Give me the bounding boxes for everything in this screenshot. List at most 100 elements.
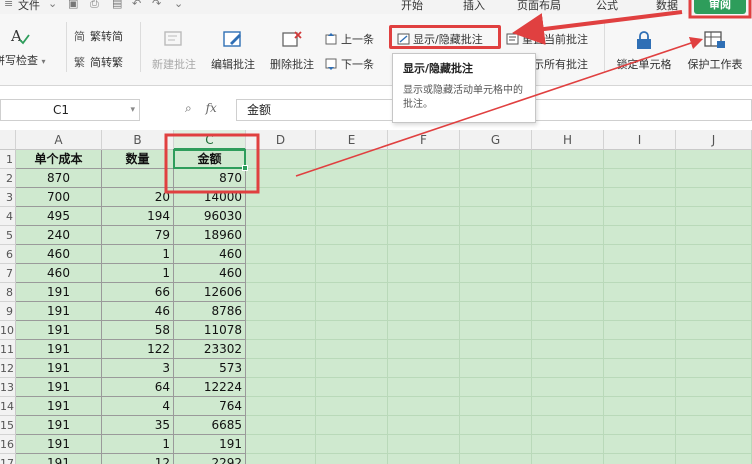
data-cell[interactable]: 66 [102, 283, 174, 302]
redo-icon[interactable]: ↷ [152, 0, 161, 10]
data-cell[interactable]: 191 [16, 416, 102, 435]
preview-icon[interactable]: ▤ [112, 0, 122, 10]
data-cell[interactable]: 12 [102, 454, 174, 464]
row-header[interactable]: 6 [0, 245, 16, 264]
data-cell[interactable]: 14000 [174, 188, 246, 207]
select-all-corner[interactable] [0, 130, 16, 150]
column-header-c[interactable]: C [174, 130, 246, 150]
name-box[interactable]: C1 ▾ [0, 99, 140, 121]
data-cell[interactable] [102, 169, 174, 188]
data-cell[interactable]: 460 [174, 245, 246, 264]
row-header[interactable]: 10 [0, 321, 16, 340]
data-cell[interactable]: 2292 [174, 454, 246, 464]
data-cell[interactable]: 191 [16, 321, 102, 340]
data-cell[interactable]: 191 [16, 340, 102, 359]
data-cell[interactable]: 191 [16, 397, 102, 416]
data-cell[interactable]: 18960 [174, 226, 246, 245]
row-header[interactable]: 11 [0, 340, 16, 359]
fx-icon[interactable]: fx [206, 101, 217, 115]
data-cell[interactable]: 191 [16, 302, 102, 321]
data-cell[interactable]: 1 [102, 245, 174, 264]
row-header[interactable]: 4 [0, 207, 16, 226]
row-header[interactable]: 14 [0, 397, 16, 416]
data-cell[interactable]: 12606 [174, 283, 246, 302]
row-header[interactable]: 7 [0, 264, 16, 283]
tab-insert[interactable]: 插入 [463, 0, 485, 13]
tab-formulas[interactable]: 公式 [596, 0, 618, 13]
data-cell[interactable]: 1 [102, 435, 174, 454]
header-cell[interactable]: 单个成本 [16, 150, 102, 169]
menu-icon[interactable]: ≡ [4, 0, 13, 10]
row-header[interactable]: 16 [0, 435, 16, 454]
row-header[interactable]: 15 [0, 416, 16, 435]
tab-data[interactable]: 数据 [656, 0, 678, 13]
prev-comment-button[interactable]: 上一条 [325, 31, 374, 47]
data-cell[interactable]: 191 [16, 378, 102, 397]
data-cell[interactable]: 12224 [174, 378, 246, 397]
row-header[interactable]: 13 [0, 378, 16, 397]
delete-comment-button[interactable]: 删除批注 [266, 30, 318, 72]
data-cell[interactable]: 4 [102, 397, 174, 416]
data-cell[interactable]: 46 [102, 302, 174, 321]
undo-icon[interactable]: ↶ [132, 0, 141, 10]
column-header-i[interactable]: I [604, 130, 676, 150]
new-comment-button[interactable]: 新建批注 [148, 30, 200, 72]
data-cell[interactable]: 23302 [174, 340, 246, 359]
data-cell[interactable]: 20 [102, 188, 174, 207]
row-header[interactable]: 9 [0, 302, 16, 321]
column-header-a[interactable]: A [16, 130, 102, 150]
protect-sheet-button[interactable]: 保护工作表 [682, 30, 748, 72]
data-cell[interactable]: 58 [102, 321, 174, 340]
data-cell[interactable]: 6685 [174, 416, 246, 435]
save-icon[interactable]: ▣ [68, 0, 78, 10]
data-cell[interactable]: 460 [16, 245, 102, 264]
chevron-down-icon[interactable]: ▾ [130, 100, 135, 120]
column-header-f[interactable]: F [388, 130, 460, 150]
data-cell[interactable]: 240 [16, 226, 102, 245]
menu-file[interactable]: 文件 [18, 0, 40, 13]
row-header[interactable]: 3 [0, 188, 16, 207]
tab-home[interactable]: 开始 [401, 0, 423, 13]
print-icon[interactable]: ⎙ [90, 0, 99, 11]
next-comment-button[interactable]: 下一条 [325, 56, 374, 72]
data-cell[interactable]: 79 [102, 226, 174, 245]
data-cell[interactable]: 194 [102, 207, 174, 226]
data-cell[interactable]: 11078 [174, 321, 246, 340]
simp-to-trad-button[interactable]: 繁简转繁 [74, 54, 123, 70]
column-header-j[interactable]: J [676, 130, 752, 150]
data-cell[interactable]: 96030 [174, 207, 246, 226]
data-cell[interactable]: 573 [174, 359, 246, 378]
data-cell[interactable]: 700 [16, 188, 102, 207]
trad-to-simp-button[interactable]: 简繁转简 [74, 28, 123, 44]
data-cell[interactable]: 35 [102, 416, 174, 435]
row-header[interactable]: 12 [0, 359, 16, 378]
lock-cell-button[interactable]: 锁定单元格 [612, 30, 676, 72]
header-cell[interactable]: 数量 [102, 150, 174, 169]
data-cell[interactable]: 191 [16, 359, 102, 378]
row-header[interactable]: 5 [0, 226, 16, 245]
data-cell[interactable]: 764 [174, 397, 246, 416]
chevron-down-icon[interactable]: ⌄ [48, 0, 57, 10]
data-cell[interactable]: 460 [174, 264, 246, 283]
data-cell[interactable]: 191 [174, 435, 246, 454]
column-header-b[interactable]: B [102, 130, 174, 150]
data-cell[interactable]: 1 [102, 264, 174, 283]
reset-current-comment-button[interactable]: 重置当前批注 [506, 31, 588, 47]
spreadsheet-grid[interactable]: A B C D E F G H I J 1 2 3 4 5 6 7 8 9 10 11 12 13 14 15 16 17 单个成本数… [0, 130, 752, 464]
data-cell[interactable]: 8786 [174, 302, 246, 321]
column-header-h[interactable]: H [532, 130, 604, 150]
row-header[interactable]: 1 [0, 150, 16, 169]
data-cell[interactable]: 495 [16, 207, 102, 226]
data-cell[interactable]: 122 [102, 340, 174, 359]
spell-check-button[interactable]: A 拼写检查 ▾ [0, 26, 46, 68]
column-header-d[interactable]: D [246, 130, 316, 150]
edit-comment-button[interactable]: 编辑批注 [207, 30, 259, 72]
data-cell[interactable]: 191 [16, 454, 102, 464]
data-cell[interactable]: 870 [16, 169, 102, 188]
data-cell[interactable]: 460 [16, 264, 102, 283]
row-header[interactable]: 2 [0, 169, 16, 188]
zoom-icon[interactable]: ⌕ [185, 101, 192, 115]
quick-access-more-icon[interactable]: ⌄ [174, 0, 183, 10]
data-cell[interactable]: 870 [174, 169, 246, 188]
tab-review[interactable]: 审阅 [694, 0, 746, 14]
